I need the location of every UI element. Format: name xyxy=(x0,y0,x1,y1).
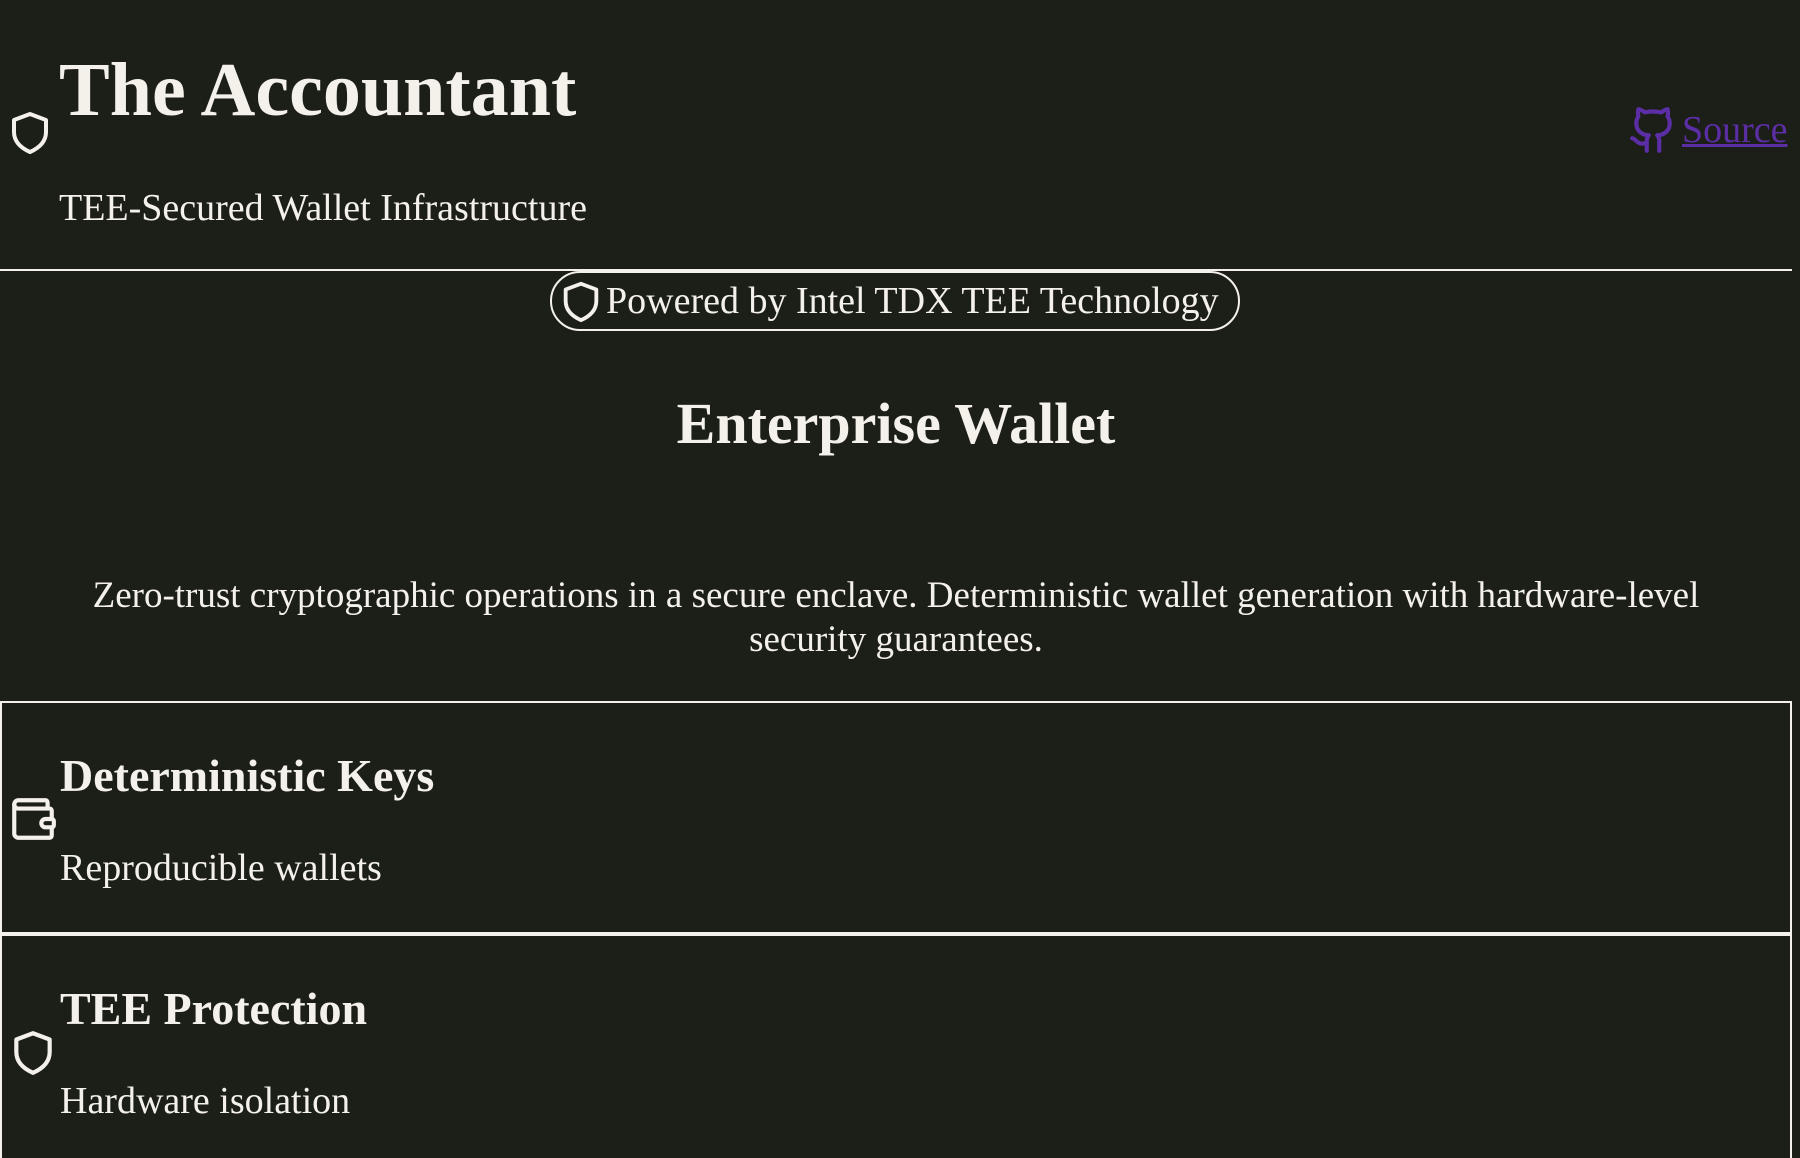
feature-card-deterministic-keys: Deterministic Keys Reproducible wallets xyxy=(0,701,1792,934)
wallet-icon xyxy=(12,798,56,840)
site-header: The Accountant TEE-Secured Wallet Infras… xyxy=(0,0,1792,271)
page: The Accountant TEE-Secured Wallet Infras… xyxy=(0,0,1800,1158)
hero-title: Enterprise Wallet xyxy=(676,391,1116,456)
source-link[interactable]: Source xyxy=(1628,100,1788,160)
github-icon xyxy=(1630,107,1672,153)
badge-label: Powered by Intel TDX TEE Technology xyxy=(606,280,1219,322)
site-title: The Accountant xyxy=(59,48,577,132)
tee-badge: Powered by Intel TDX TEE Technology xyxy=(550,271,1240,331)
feature-title: Deterministic Keys xyxy=(60,750,435,801)
shield-icon xyxy=(14,1031,52,1075)
shield-icon xyxy=(12,112,48,154)
hero-description: Zero-trust cryptographic operations in a… xyxy=(92,575,1700,660)
feature-description: Reproducible wallets xyxy=(60,847,382,889)
feature-card-tee-protection: TEE Protection Hardware isolation xyxy=(0,934,1792,1158)
source-link-label: Source xyxy=(1682,109,1788,151)
shield-icon xyxy=(563,281,599,323)
feature-description: Hardware isolation xyxy=(60,1080,351,1122)
feature-title: TEE Protection xyxy=(60,983,368,1034)
site-subtitle: TEE-Secured Wallet Infrastructure xyxy=(59,187,587,229)
